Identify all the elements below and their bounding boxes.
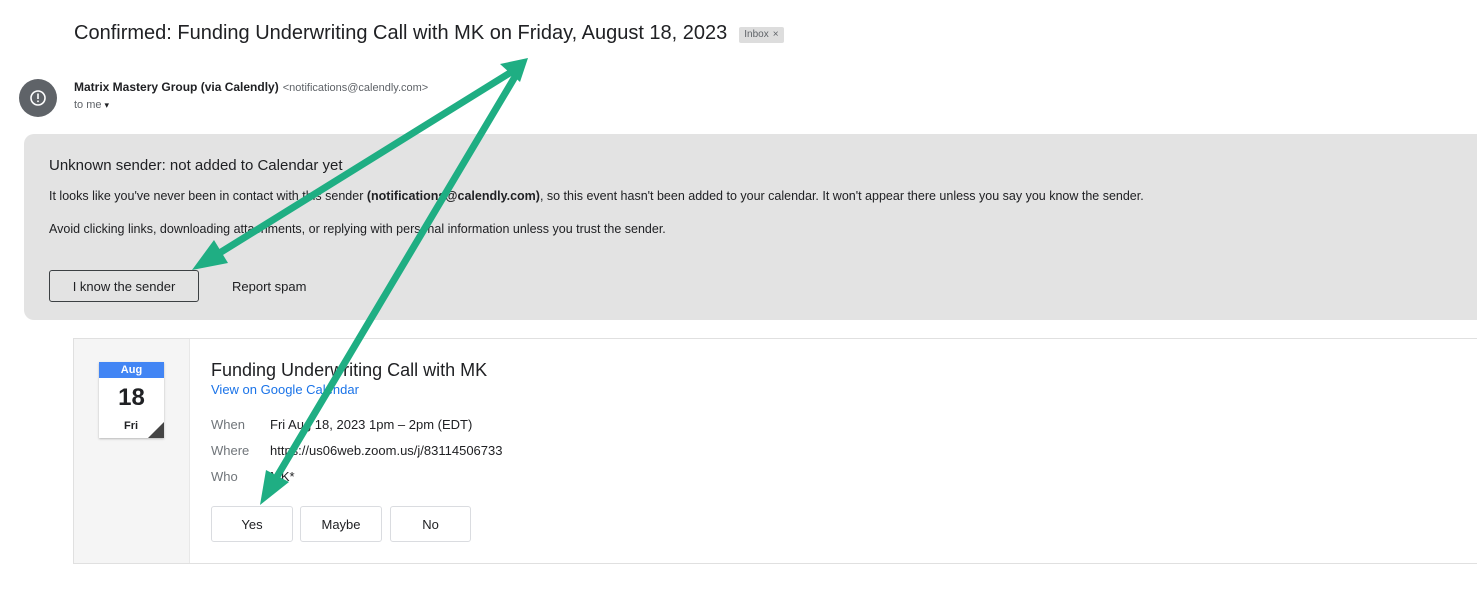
recipient-line[interactable]: to me ▾ [74,99,109,111]
email-subject-header: Confirmed: Funding Underwriting Call wit… [74,22,784,45]
banner-message-suffix: , so this event hasn't been added to you… [539,189,1144,203]
inbox-label-text: Inbox [744,28,769,40]
invite-date-panel: Aug 18 Fri [74,339,190,563]
unknown-sender-banner: Unknown sender: not added to Calendar ye… [24,134,1477,320]
banner-sender-email: (notifications@calendly.com) [366,189,540,203]
view-on-google-calendar-link[interactable]: View on Google Calendar [211,382,359,397]
rsvp-yes-button[interactable]: Yes [211,506,293,542]
recipient-text: to me [74,99,102,111]
i-know-the-sender-button[interactable]: I know the sender [49,270,199,302]
where-label: Where [211,443,250,458]
page-fold-icon [148,422,164,438]
who-label: Who [211,469,238,484]
sender-name[interactable]: Matrix Mastery Group (via Calendly) [74,80,279,94]
calendar-invite-card: Aug 18 Fri Funding Underwriting Call wit… [73,338,1477,564]
chevron-down-icon[interactable]: ▾ [105,100,110,111]
banner-caution: Avoid clicking links, downloading attach… [49,222,666,236]
sender-avatar[interactable] [19,79,57,117]
event-who-row: Who MK* [211,469,295,484]
when-label: When [211,417,245,432]
event-when-row: When Fri Aug 18, 2023 1pm – 2pm (EDT) [211,417,472,432]
calendar-month: Aug [99,362,164,378]
alert-icon [30,90,46,106]
event-title: Funding Underwriting Call with MK [211,360,488,380]
calendar-weekday: Fri [124,420,139,432]
remove-label-icon[interactable]: × [773,28,779,42]
rsvp-no-button[interactable]: No [390,506,471,542]
rsvp-maybe-button[interactable]: Maybe [300,506,382,542]
arrow-tail-head [500,58,528,82]
where-value[interactable]: https://us06web.zoom.us/j/83114506733 [270,443,502,458]
event-where-row: Where https://us06web.zoom.us/j/831145067… [211,443,502,458]
sender-email: <notifications@calendly.com> [282,82,429,94]
who-value: MK* [270,469,295,484]
email-subject: Confirmed: Funding Underwriting Call wit… [74,22,728,44]
inbox-label-chip[interactable]: Inbox × [739,26,784,43]
invite-details: Funding Underwriting Call with MK View o… [190,339,1477,563]
report-spam-button[interactable]: Report spam [220,270,318,302]
when-value: Fri Aug 18, 2023 1pm – 2pm (EDT) [270,417,473,432]
sender-line: Matrix Mastery Group (via Calendly) <noti… [74,80,428,94]
banner-message: It looks like you've never been in conta… [49,189,1144,203]
calendar-date-icon: Aug 18 Fri [99,362,164,438]
banner-title: Unknown sender: not added to Calendar ye… [49,157,343,174]
banner-message-prefix: It looks like you've never been in conta… [49,189,367,203]
calendar-day: 18 [118,384,145,411]
